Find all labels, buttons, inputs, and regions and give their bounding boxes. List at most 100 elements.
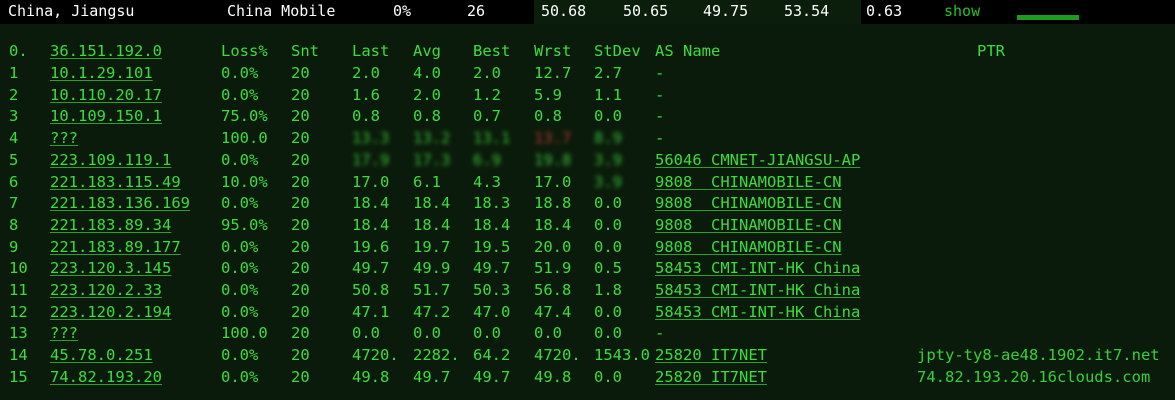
hop-worst: 0.8 <box>534 107 562 126</box>
hop-host-link[interactable]: 223.120.2.33 <box>50 279 162 301</box>
hop-sent: 20 <box>291 281 310 299</box>
hop-last: 18.4 <box>352 215 390 234</box>
hop-stdev: 0.0 <box>594 302 622 321</box>
hop-as-name[interactable]: 58453 CMI-INT-HK China <box>655 279 860 301</box>
hop-last: 49.7 <box>352 259 390 278</box>
hop-stdev: 3.9 <box>594 150 622 169</box>
hop-sent: 20 <box>291 367 310 386</box>
hop-loss: 0.0% <box>221 346 259 365</box>
latency-value-4: 53.54 <box>784 2 830 20</box>
hop-host-link[interactable]: 10.109.150.1 <box>50 105 162 127</box>
hop-sent: 20 <box>291 194 310 213</box>
hop-as-name[interactable]: 58453 CMI-INT-HK China <box>655 301 860 323</box>
hop-host-link[interactable]: 221.183.89.177 <box>50 236 181 258</box>
hop-as-name[interactable]: 58453 CMI-INT-HK China <box>655 257 860 279</box>
hop-sent: 20 <box>291 215 310 234</box>
hop-stdev: 0.0 <box>594 194 622 213</box>
hop-last: 50.8 <box>352 281 390 299</box>
hop-host-link[interactable]: 45.78.0.251 <box>50 344 153 366</box>
hop-worst: 49.8 <box>534 367 572 386</box>
hop-avg: 51.7 <box>413 281 451 299</box>
hop-as-name[interactable]: 56046 CMNET-JIANGSU-AP <box>655 149 860 171</box>
hop-host-link[interactable]: ??? <box>50 127 78 149</box>
hop-host-link[interactable]: 223.120.3.145 <box>50 257 171 279</box>
hop-sent: 20 <box>291 64 310 82</box>
hop-best: 49.7 <box>473 367 511 386</box>
hop-sent: 20 <box>291 346 310 365</box>
hop-best: 19.5 <box>473 237 511 256</box>
table-row: 11 223.120.2.33 0.0% 20 50.8 51.7 50.3 56.8 1.8 5… <box>0 279 1175 301</box>
hop-number: 5 <box>9 150 19 169</box>
hop-host-link[interactable]: 221.183.115.49 <box>50 171 181 193</box>
hop-host-link[interactable]: 10.1.29.101 <box>50 62 153 84</box>
hop-loss: 0.0% <box>221 64 259 82</box>
hop-as-name[interactable]: 9808 CHINAMOBILE-CN <box>655 214 842 236</box>
hop-host-link[interactable]: 221.183.136.169 <box>50 192 190 214</box>
hop-number: 8 <box>9 215 19 234</box>
hop-best: 4.3 <box>473 172 501 191</box>
show-link[interactable]: show <box>944 0 980 24</box>
hop-avg: 6.1 <box>413 172 441 191</box>
hop-loss: 0.0% <box>221 367 259 386</box>
progress-bar-indicator <box>1017 15 1079 20</box>
hop-loss: 10.0% <box>221 172 268 191</box>
hop-number: 3 <box>9 107 19 126</box>
hop-worst: 17.0 <box>534 172 572 191</box>
header-host[interactable]: 36.151.192.0 <box>50 40 162 62</box>
hop-as-name[interactable]: 9808 CHINAMOBILE-CN <box>655 236 842 258</box>
table-row: 15 74.82.193.20 0.0% 20 49.8 49.7 49.7 49.8 0.0 2… <box>0 366 1175 388</box>
table-row: 3 10.109.150.1 75.0% 20 0.8 0.8 0.7 0.8 0.0 - <box>0 105 1175 127</box>
hop-stdev: 8.9 <box>594 129 622 148</box>
hop-number: 2 <box>9 85 19 104</box>
hop-best: 2.0 <box>473 64 501 82</box>
hop-worst: 0.0 <box>534 324 562 343</box>
hop-as-name[interactable]: 9808 CHINAMOBILE-CN <box>655 192 842 214</box>
table-row: 2 10.110.20.17 0.0% 20 1.6 2.0 1.2 5.9 1.1 - <box>0 84 1175 106</box>
hop-avg: 49.7 <box>413 367 451 386</box>
hop-as-name[interactable]: 25820 IT7NET <box>655 366 767 388</box>
hop-best: 18.3 <box>473 194 511 213</box>
hop-avg: 49.9 <box>413 259 451 278</box>
hop-number: 14 <box>9 346 28 365</box>
hop-worst: 18.4 <box>534 215 572 234</box>
hop-stdev: 3.9 <box>594 172 622 191</box>
table-header: 0. 36.151.192.0 Loss% Snt Last Avg Best … <box>0 40 1175 62</box>
hop-loss: 0.0% <box>221 302 259 321</box>
hop-host-link[interactable]: 223.120.2.194 <box>50 301 171 323</box>
hop-host-link[interactable]: 223.109.119.1 <box>50 149 171 171</box>
hop-last: 17.9 <box>352 150 390 169</box>
hop-sent: 20 <box>291 85 310 104</box>
hop-host-link[interactable]: 10.110.20.17 <box>50 84 162 106</box>
hop-avg: 2282. <box>413 346 460 365</box>
hop-sent: 20 <box>291 150 310 169</box>
hop-loss: 0.0% <box>221 281 259 299</box>
hop-as-name[interactable]: 9808 CHINAMOBILE-CN <box>655 171 842 193</box>
loss-summary: 0% <box>393 2 412 20</box>
hop-best: 0.0 <box>473 324 501 343</box>
table-row: 8 221.183.89.34 95.0% 20 18.4 18.4 18.4 18.4 0.0… <box>0 214 1175 236</box>
hop-best: 47.0 <box>473 302 511 321</box>
hop-host-link[interactable]: ??? <box>50 322 78 344</box>
table-row: 4??? 100.0 20 13.3 13.2 13.1 13.7 8.9 - <box>0 127 1175 149</box>
hop-host-link[interactable]: 74.82.193.20 <box>50 366 162 388</box>
latency-value-2: 50.65 <box>623 2 669 20</box>
hop-avg: 4.0 <box>413 64 441 82</box>
hop-last: 2.0 <box>352 64 380 82</box>
hop-avg: 2.0 <box>413 85 441 104</box>
hop-worst: 56.8 <box>534 281 572 299</box>
hop-worst: 5.9 <box>534 85 562 104</box>
hop-number: 6 <box>9 172 19 191</box>
hop-worst: 12.7 <box>534 64 572 82</box>
hop-worst: 51.9 <box>534 259 572 278</box>
hop-stdev: 1.1 <box>594 85 622 104</box>
hop-avg: 19.7 <box>413 237 451 256</box>
hop-worst: 4720. <box>534 346 581 365</box>
hop-as-name[interactable]: 25820 IT7NET <box>655 344 767 366</box>
hop-as-name: - <box>655 64 665 82</box>
hop-host-link[interactable]: 221.183.89.34 <box>50 214 171 236</box>
hop-loss: 0.0% <box>221 194 259 213</box>
header-last: Last <box>352 42 390 60</box>
hop-avg: 0.0 <box>413 324 441 343</box>
hop-number: 15 <box>9 367 28 386</box>
hop-number: 1 <box>9 64 19 82</box>
